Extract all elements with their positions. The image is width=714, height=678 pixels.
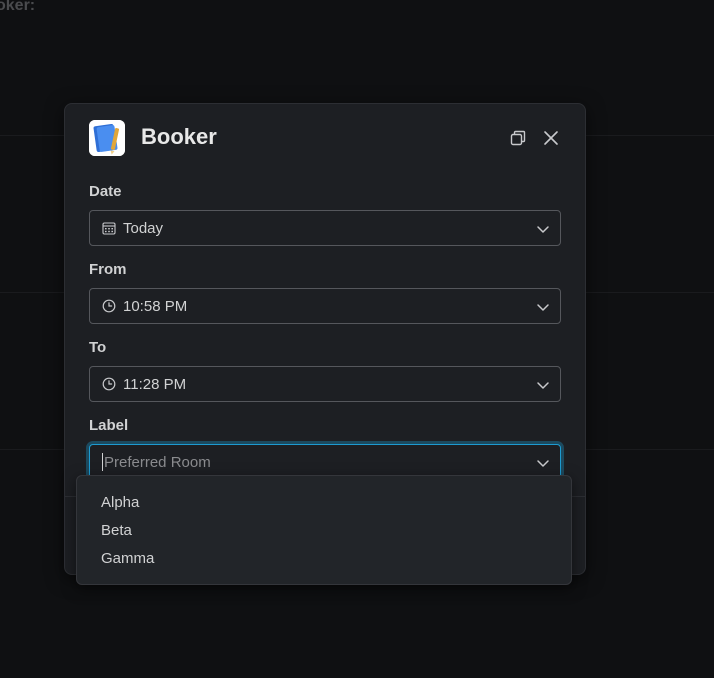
to-label: To — [89, 339, 107, 356]
to-time-select[interactable]: 11:28 PM — [89, 366, 561, 402]
expand-button[interactable] — [506, 126, 530, 150]
date-value: Today — [123, 219, 164, 237]
date-label: Date — [89, 183, 122, 200]
modal-title: Booker — [141, 124, 217, 149]
from-time-value: 10:58 PM — [123, 297, 188, 315]
chevron-down-icon — [537, 304, 549, 311]
close-button[interactable] — [539, 126, 563, 150]
chevron-down-icon — [537, 382, 549, 389]
copy-window-icon — [510, 130, 526, 146]
chevron-down-icon — [537, 226, 549, 233]
label-field-label: Label — [89, 417, 129, 434]
label-options-menu: Alpha Beta Gamma — [76, 475, 572, 585]
date-select[interactable]: Today — [89, 210, 561, 246]
chevron-down-icon — [537, 460, 549, 467]
text-caret — [102, 453, 103, 471]
option-alpha[interactable]: Alpha — [77, 489, 571, 517]
background-title: oker: — [0, 0, 36, 14]
label-placeholder: Preferred Room — [104, 453, 211, 471]
notebook-icon — [89, 120, 125, 156]
option-gamma[interactable]: Gamma — [77, 545, 571, 573]
option-beta[interactable]: Beta — [77, 517, 571, 545]
from-time-select[interactable]: 10:58 PM — [89, 288, 561, 324]
from-label: From — [89, 261, 127, 278]
to-time-value: 11:28 PM — [123, 375, 187, 393]
calendar-icon — [102, 221, 116, 235]
close-icon — [544, 131, 558, 145]
clock-icon — [102, 377, 116, 391]
clock-icon — [102, 299, 116, 313]
